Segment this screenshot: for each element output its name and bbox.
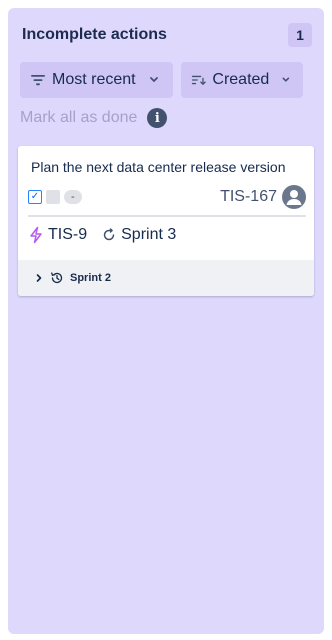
issue-key[interactable]: TIS-167 [220,188,277,206]
placeholder-square-icon [46,190,60,204]
sprint-link[interactable]: Sprint 3 [101,226,176,244]
sort-field-dropdown[interactable]: Created [181,62,303,98]
task-type-checkbox-icon: ✓ [28,190,42,204]
chevron-down-icon [282,77,290,82]
card-status-group: ✓ - [28,190,82,204]
mark-all-as-done-button[interactable]: Mark all as done [20,109,137,127]
action-count-badge: 1 [288,23,312,47]
sprint-icon [103,228,115,241]
chevron-right-icon [36,274,42,282]
card-summary[interactable]: Plan the next data center release versio… [31,159,286,175]
filter-bar: Most recent Created [20,62,303,98]
card-links-row: TIS-9 Sprint 3 [28,224,176,246]
card-meta-row: ✓ - TIS-167 [28,184,306,210]
incomplete-actions-panel: Incomplete actions 1 Most recent Created [8,8,324,634]
sort-order-dropdown[interactable]: Most recent [20,62,173,98]
card-divider [28,215,306,217]
sort-order-label: Most recent [52,71,136,88]
mark-all-row: Mark all as done i [20,108,168,128]
filter-lines-icon [31,75,45,86]
status-badge: - [64,190,82,204]
footer-sprint-label: Sprint 2 [70,272,111,284]
user-avatar-icon [286,190,302,205]
panel-header: Incomplete actions 1 [22,22,312,48]
card-footer[interactable]: Sprint 2 [18,260,314,296]
card-issue-group: TIS-167 [220,185,306,209]
action-card[interactable]: Plan the next data center release versio… [18,146,314,296]
lightning-icon [30,226,42,244]
sort-descending-icon [191,75,206,85]
sprint-label: Sprint 3 [121,226,177,243]
chevron-down-icon [149,77,158,82]
panel-title: Incomplete actions [22,26,167,43]
info-icon[interactable]: i [147,108,168,128]
sort-field-label: Created [212,71,270,88]
linked-issue-key: TIS-9 [48,226,88,243]
avatar[interactable] [282,185,306,209]
linked-issue[interactable]: TIS-9 [28,226,87,244]
history-icon [51,272,63,284]
